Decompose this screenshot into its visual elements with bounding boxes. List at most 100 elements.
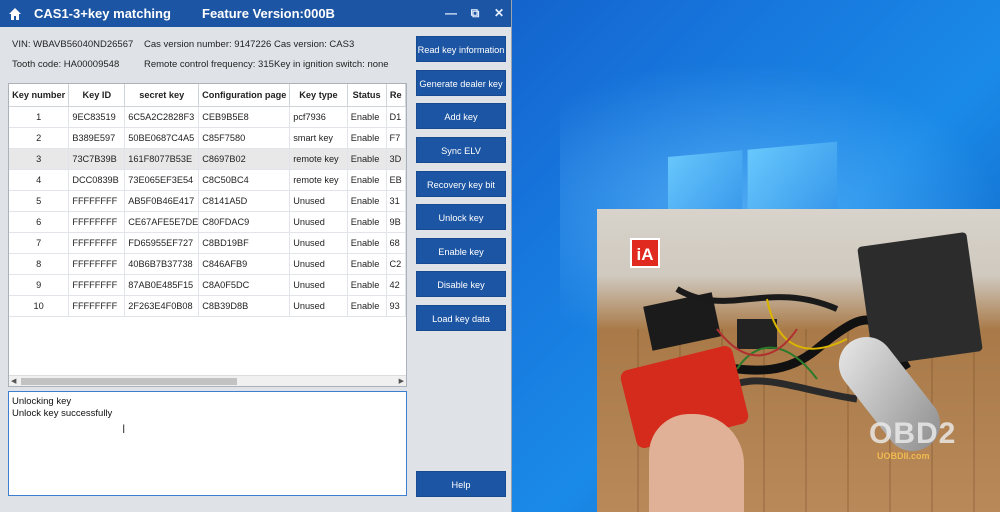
log-line: Unlocking key xyxy=(12,396,72,407)
column-header[interactable]: Key ID xyxy=(68,84,126,107)
table-cell: F7 xyxy=(386,127,406,149)
watermark-text: OBD2 xyxy=(869,417,957,450)
table-cell: 73C7B39B xyxy=(68,148,126,170)
table-cell: FFFFFFFF xyxy=(68,274,126,296)
table-cell: Unused xyxy=(289,295,348,317)
close-icon[interactable]: ✕ xyxy=(487,6,511,21)
scroll-right-icon[interactable]: ▶ xyxy=(399,376,404,386)
scrollbar-thumb[interactable] xyxy=(21,378,237,385)
table-row[interactable]: 3 73C7B39B 161F8077B53E C8697B02 remote key E… xyxy=(9,148,406,170)
table-cell: Unused xyxy=(289,232,348,254)
table-cell: 9EC83519 xyxy=(68,106,126,128)
table-header: Key number Key ID secret key Configurati… xyxy=(9,84,406,107)
home-icon[interactable] xyxy=(8,7,22,21)
table-cell: 93 xyxy=(386,295,406,317)
column-header[interactable]: Key number xyxy=(9,84,70,107)
table-cell: EB xyxy=(386,169,406,191)
table-cell: Unused xyxy=(289,211,348,233)
table-cell: FD65955EF727 xyxy=(124,232,200,254)
table-row[interactable]: 10 FFFFFFFF 2F263E4F0B08 C8B39D8B Unused Enab… xyxy=(9,295,406,317)
table-cell: DCC0839B xyxy=(68,169,126,191)
watermark-subtext: UOBDII.com xyxy=(877,451,930,461)
table-cell: C8141A5D xyxy=(198,190,291,212)
column-header[interactable]: Key type xyxy=(289,84,348,107)
unlock-key-button[interactable]: Unlock key xyxy=(416,204,506,230)
table-cell: C8BD19BF xyxy=(198,232,291,254)
table-cell: 40B6B7B37738 xyxy=(124,253,200,275)
table-cell: 87AB0E485F15 xyxy=(124,274,200,296)
table-cell: 6 xyxy=(9,211,70,233)
table-row[interactable]: 4 DCC0839B 73E065EF3E54 C8C50BC4 remote key E… xyxy=(9,169,406,191)
disable-key-button[interactable]: Disable key xyxy=(416,271,506,297)
table-cell: 8 xyxy=(9,253,70,275)
table-cell: 73E065EF3E54 xyxy=(124,169,200,191)
table-cell: Enable xyxy=(347,211,387,233)
column-header[interactable]: secret key xyxy=(124,84,200,107)
table-row[interactable]: 8 FFFFFFFF 40B6B7B37738 C846AFB9 Unused Enabl… xyxy=(9,253,406,275)
scroll-left-icon[interactable]: ◀ xyxy=(11,376,16,386)
key-table: Key number Key ID secret key Configurati… xyxy=(8,83,407,387)
table-cell: 3 xyxy=(9,148,70,170)
table-row[interactable]: 7 FFFFFFFF FD65955EF727 C8BD19BF Unused Enabl… xyxy=(9,232,406,254)
table-row[interactable]: 9 FFFFFFFF 87AB0E485F15 C8A0F5DC Unused Enabl… xyxy=(9,274,406,296)
table-cell: FFFFFFFF xyxy=(68,253,126,275)
log-output[interactable]: Unlocking key Unlock key successfully I xyxy=(8,391,407,496)
table-cell: FFFFFFFF xyxy=(68,295,126,317)
column-header[interactable]: Re xyxy=(386,84,406,107)
table-cell: 2 xyxy=(9,127,70,149)
table-cell: C2 xyxy=(386,253,406,275)
remote-frequency-label: Remote control frequency: 315 xyxy=(144,59,274,70)
add-key-button[interactable]: Add key xyxy=(416,103,506,129)
table-cell: remote key xyxy=(289,148,348,170)
table-cell: 161F8077B53E xyxy=(124,148,200,170)
restore-icon[interactable]: ⧉ xyxy=(463,6,487,21)
table-cell: CE67AFE5E7DE xyxy=(124,211,200,233)
text-cursor-icon: I xyxy=(122,422,126,436)
log-line: Unlock key successfully xyxy=(12,408,113,419)
table-cell: FFFFFFFF xyxy=(68,190,126,212)
recovery-key-bit-button[interactable]: Recovery key bit xyxy=(416,171,506,197)
key-in-ignition-label: Key in ignition switch: none xyxy=(274,59,389,70)
cas-version-number-label: Cas version number: 9147226 xyxy=(144,39,272,50)
table-row[interactable]: 6 FFFFFFFF CE67AFE5E7DE C80FDAC9 Unused Enabl… xyxy=(9,211,406,233)
table-cell: 2F263E4F0B08 xyxy=(124,295,200,317)
table-row[interactable]: 2 B389E597 50BE0687C4A5 C85F7580 smart key En… xyxy=(9,127,406,149)
sync-elv-button[interactable]: Sync ELV xyxy=(416,137,506,163)
table-cell: C8B39D8B xyxy=(198,295,291,317)
load-key-data-button[interactable]: Load key data xyxy=(416,305,506,331)
generate-dealer-key-button[interactable]: Generate dealer key xyxy=(416,70,506,96)
table-cell: Enable xyxy=(347,190,387,212)
table-row[interactable]: 1 9EC83519 6C5A2C2828F3 CEB9B5E8 pcf7936 Enab… xyxy=(9,106,406,128)
table-cell: AB5F0B46E417 xyxy=(124,190,200,212)
column-header[interactable]: Configuration page xyxy=(198,84,291,107)
tooth-code-label: Tooth code: HA00009548 xyxy=(12,59,120,70)
read-key-information-button[interactable]: Read key information xyxy=(416,36,506,62)
table-cell: 3D xyxy=(386,148,406,170)
table-cell: D1 xyxy=(386,106,406,128)
table-cell: C8C50BC4 xyxy=(198,169,291,191)
horizontal-scrollbar[interactable]: ◀ ▶ xyxy=(9,375,406,386)
help-button[interactable]: Help xyxy=(416,471,506,497)
table-cell: 42 xyxy=(386,274,406,296)
enable-key-button[interactable]: Enable key xyxy=(416,238,506,264)
table-cell: 6C5A2C2828F3 xyxy=(124,106,200,128)
table-cell: C846AFB9 xyxy=(198,253,291,275)
table-cell: 68 xyxy=(386,232,406,254)
table-cell: FFFFFFFF xyxy=(68,211,126,233)
minimize-icon[interactable]: — xyxy=(439,6,463,21)
watermark: OBD2 UOBDII.com xyxy=(869,417,999,477)
table-cell: C85F7580 xyxy=(198,127,291,149)
table-cell: 7 xyxy=(9,232,70,254)
table-cell: C8697B02 xyxy=(198,148,291,170)
table-cell: Enable xyxy=(347,295,387,317)
video-overlay: iA OBD2 UOBDII.com xyxy=(597,209,1000,512)
table-cell: B389E597 xyxy=(68,127,126,149)
cas-version-label: Cas version: CAS3 xyxy=(274,39,355,50)
table-cell: Enable xyxy=(347,253,387,275)
table-cell: Unused xyxy=(289,253,348,275)
table-cell: remote key xyxy=(289,169,348,191)
window-title: CAS1-3+key matching xyxy=(34,6,171,21)
column-header[interactable]: Status xyxy=(347,84,387,107)
table-cell: pcf7936 xyxy=(289,106,348,128)
table-row[interactable]: 5 FFFFFFFF AB5F0B46E417 C8141A5D Unused Enabl… xyxy=(9,190,406,212)
